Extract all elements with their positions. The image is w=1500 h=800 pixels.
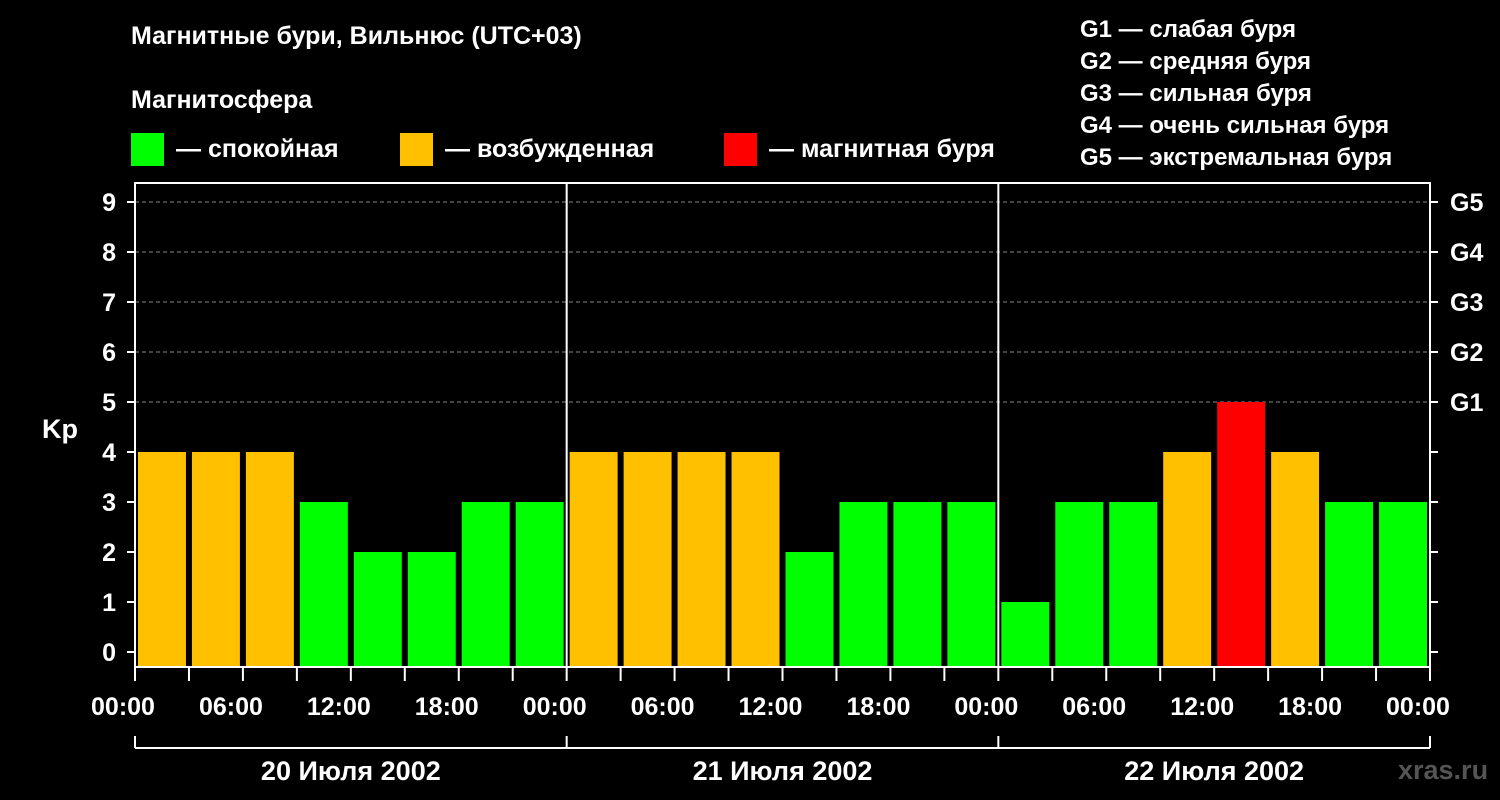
y-axis-label: Kp	[42, 414, 78, 444]
x-tick-label: 12:00	[739, 693, 803, 721]
kp-bar	[839, 502, 888, 667]
y-tick-label: 4	[102, 439, 116, 467]
y-tick-label: 5	[102, 389, 116, 417]
right-tick-label: G1	[1450, 389, 1483, 417]
kp-bar	[1109, 502, 1158, 667]
kp-bar	[947, 502, 996, 667]
kp-bar	[245, 452, 294, 667]
kp-bar	[515, 502, 564, 667]
kp-bar	[1163, 452, 1212, 667]
kp-bar	[785, 552, 834, 667]
kp-bar	[191, 452, 240, 667]
right-tick-label: G2	[1450, 339, 1483, 367]
kp-bar	[1325, 502, 1374, 667]
watermark: xras.ru	[1398, 755, 1489, 785]
x-tick-label: 12:00	[1170, 693, 1234, 721]
y-tick-label: 3	[102, 489, 116, 517]
kp-bar	[677, 452, 726, 667]
y-tick-label: 0	[102, 639, 116, 667]
x-tick-label: 12:00	[307, 693, 371, 721]
x-tick-label: 00:00	[523, 693, 587, 721]
x-tick-label: 00:00	[91, 693, 155, 721]
right-tick-label: G5	[1450, 189, 1483, 217]
y-tick-label: 9	[102, 189, 116, 217]
x-tick-label: 00:00	[954, 693, 1018, 721]
kp-bar	[731, 452, 780, 667]
kp-bar	[623, 452, 672, 667]
kp-bar	[1217, 402, 1266, 667]
x-tick-label: 18:00	[415, 693, 479, 721]
y-tick-label: 2	[102, 539, 116, 567]
day-label: 20 Июля 2002	[261, 756, 441, 786]
day-label: 22 Июля 2002	[1124, 756, 1304, 786]
x-tick-label: 06:00	[1062, 693, 1126, 721]
x-tick-label: 06:00	[631, 693, 695, 721]
x-tick-label: 00:00	[1386, 693, 1450, 721]
y-tick-label: 1	[102, 589, 116, 617]
x-tick-label: 18:00	[846, 693, 910, 721]
kp-bar-chart: 0 1 2 3 4 5 6 7 8 9 G1 G2 G3 G4 G5 Kp 00:00 06:00 12:00 18:…	[42, 182, 1483, 786]
x-tick-label: 06:00	[199, 693, 263, 721]
right-tick-label: G3	[1450, 289, 1483, 317]
kp-bar	[353, 552, 402, 667]
kp-bar	[1055, 502, 1104, 667]
x-tick-label: 18:00	[1278, 693, 1342, 721]
y-tick-label: 7	[102, 289, 116, 317]
kp-bar	[138, 452, 186, 667]
kp-bar	[461, 502, 510, 667]
kp-bar	[407, 552, 456, 667]
kp-bar	[1001, 602, 1050, 667]
day-label: 21 Июля 2002	[693, 756, 873, 786]
kp-bar	[893, 502, 942, 667]
kp-bar	[1379, 502, 1427, 667]
kp-bar	[299, 502, 348, 667]
kp-bar	[1271, 452, 1320, 667]
right-tick-label: G4	[1450, 239, 1483, 267]
y-tick-label: 6	[102, 339, 116, 367]
y-tick-label: 8	[102, 239, 116, 267]
kp-bar	[569, 452, 618, 667]
